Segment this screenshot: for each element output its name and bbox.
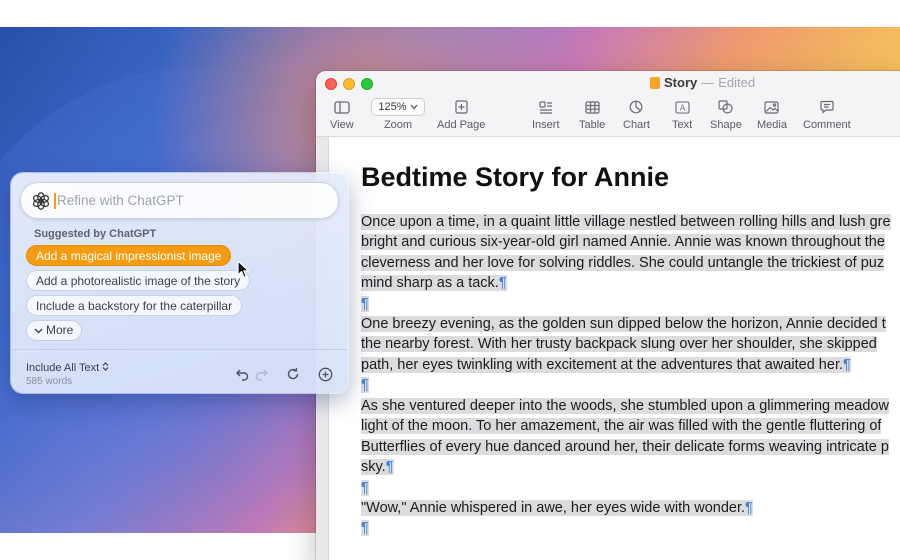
pilcrow-mark: ¶ [361,520,369,537]
toolbar-zoom-label: Zoom [383,119,413,131]
suggestion-caterpillar-backstory[interactable]: Include a backstory for the caterpillar [26,295,243,316]
window-toolbar: Story — Edited View 125% Zoom Add Page I… [316,71,900,137]
svg-text:A: A [679,103,685,112]
text-line: the nearby forest. With her trusty backp… [361,336,877,353]
plus-circle-icon [318,367,332,381]
popover-divider [11,349,348,350]
toolbar-media-button[interactable]: Media [757,98,787,131]
minimize-window-button[interactable] [343,78,355,90]
text-box-icon: A [675,98,690,116]
toolbar-comment-label: Comment [803,119,851,131]
text-caret [54,192,56,209]
close-window-button[interactable] [325,78,337,90]
story-paragraph-2[interactable]: One breezy evening, as the golden sun di… [361,314,886,396]
toolbar-insert-button[interactable]: Insert [532,98,560,131]
refine-field[interactable] [20,182,339,219]
suggested-heading: Suggested by ChatGPT [34,228,157,240]
text-line: One breezy evening, as the golden sun di… [361,316,886,332]
title-separator: — [701,75,715,90]
undo-icon [236,369,249,381]
chevron-down-icon [34,328,43,333]
toolbar-insert-label: Insert [532,119,560,131]
pilcrow-mark: ¶ [361,479,369,496]
screenshot: Story — Edited View 125% Zoom Add Page I… [0,0,900,560]
text-line: "Wow," Annie whispered in awe, her eyes … [361,500,746,516]
pilcrow-mark: ¶ [498,275,507,292]
comment-icon [820,98,834,116]
chevron-down-icon [410,104,418,110]
suggestion-photorealistic-image[interactable]: Add a photorealistic image of the story [26,270,251,291]
text-line: mind sharp as a tack. [361,275,499,292]
toolbar-shape-button[interactable]: Shape [710,98,742,131]
story-paragraph-4[interactable]: "Wow," Annie whispered in awe, her eyes … [361,498,753,539]
document-edit-state: Edited [718,75,756,90]
undo-button[interactable] [234,366,250,382]
toolbar-add-page-label: Add Page [437,119,486,131]
zoom-dropdown[interactable]: 125% [371,98,425,116]
story-paragraph-1[interactable]: Once upon a time, in a quaint little vil… [361,212,891,314]
story-title[interactable]: Bedtime Story for Annie [361,162,669,193]
toolbar-view-button[interactable]: View [330,98,354,131]
toolbar-add-page-button[interactable]: Add Page [437,98,485,131]
toolbar-media-label: Media [757,119,787,131]
maximize-window-button[interactable] [361,78,373,90]
document-name: Story [664,75,698,90]
toolbar-table-label: Table [579,119,606,131]
pilcrow-mark: ¶ [385,459,394,476]
add-button[interactable] [317,366,333,382]
chatgpt-logo-icon [31,191,51,211]
media-icon [764,98,780,116]
sidebar-view-icon [334,98,350,116]
text-line: path, her eyes twinkling with excitement… [361,356,843,373]
pilcrow-mark: ¶ [361,295,369,312]
include-label: Include All Text [26,362,100,374]
document-title-bar[interactable]: Story — Edited [650,75,755,90]
toolbar-comment-button[interactable]: Comment [803,98,851,131]
pages-document-icon [650,76,660,89]
text-line: sky. [361,459,386,476]
redo-button[interactable] [254,366,270,382]
pilcrow-mark: ¶ [361,377,369,394]
document-page[interactable]: Bedtime Story for Annie Once upon a time… [330,137,900,560]
chart-icon [629,98,643,116]
toolbar-text-button[interactable]: A Text [672,98,692,131]
toolbar-table-button[interactable]: Table [579,98,605,131]
chatgpt-refine-popover: Suggested by ChatGPT Add a magical impre… [11,173,348,393]
toolbar-shape-label: Shape [710,119,742,131]
mouse-pointer-icon [237,260,250,279]
toolbar-text-label: Text [672,119,693,131]
toolbar-chart-label: Chart [623,119,650,131]
text-line: cleverness and her love for solving ridd… [361,254,885,271]
story-paragraph-3[interactable]: As she ventured deeper into the woods, s… [361,396,889,498]
regenerate-button[interactable] [285,366,301,382]
toolbar-chart-button[interactable]: Chart [623,98,650,131]
redo-icon [255,369,268,381]
table-icon [585,98,600,116]
pilcrow-mark: ¶ [745,500,753,516]
toolbar-view-label: View [330,119,354,131]
include-all-text-selector[interactable]: Include All Text [26,362,109,374]
text-line: Butterflies of every hue danced around h… [361,438,889,455]
add-page-icon [455,98,468,116]
text-line: light of the moon. To her amazement, the… [361,418,882,435]
more-label: More [46,323,74,337]
text-line: bright and curious six-year-old girl nam… [361,234,885,251]
toolbar-zoom-control[interactable]: 125% Zoom [371,98,425,131]
word-count: 585 words [26,376,73,387]
pilcrow-mark: ¶ [843,356,851,373]
text-line: As she ventured deeper into the woods, s… [361,398,889,414]
more-suggestions-button[interactable]: More [26,320,83,341]
refine-with-chatgpt-input[interactable] [57,193,297,208]
text-line: Once upon a time, in a quaint little vil… [361,214,891,230]
insert-icon [539,98,553,116]
suggestion-magical-impressionist-image[interactable]: Add a magical impressionist image [26,245,232,266]
shape-icon [718,98,734,116]
chevron-updown-icon [102,362,109,371]
refresh-icon [287,367,299,380]
zoom-value: 125% [378,101,407,113]
pages-window: Story — Edited View 125% Zoom Add Page I… [316,71,900,560]
